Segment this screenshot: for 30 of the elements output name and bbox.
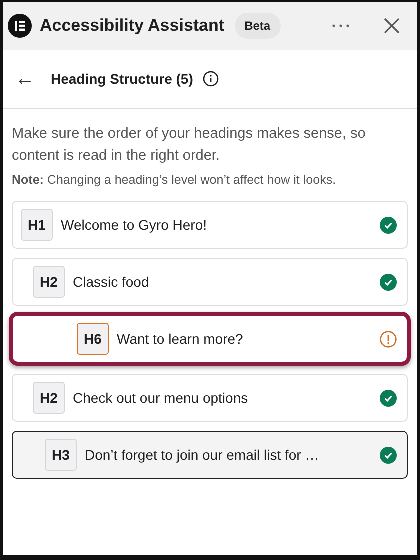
close-icon[interactable]: [383, 17, 401, 35]
heading-text: Want to learn more?: [117, 331, 244, 347]
more-options-icon[interactable]: [331, 23, 351, 29]
heading-text: Don’t forget to join our email list for …: [85, 447, 320, 463]
heading-text: Check out our menu options: [73, 390, 250, 406]
check-icon: [380, 274, 397, 290]
check-icon: [380, 390, 397, 406]
heading-row[interactable]: H2 Classic food: [12, 258, 408, 306]
back-arrow[interactable]: ←: [15, 68, 51, 90]
heading-row[interactable]: H3 Don’t forget to join our email list for …: [12, 431, 408, 479]
check-icon: [380, 446, 397, 464]
heading-level-tag[interactable]: H1: [21, 209, 53, 241]
heading-level-tag[interactable]: H2: [33, 382, 65, 414]
check-icon: [380, 216, 397, 234]
heading-row[interactable]: H1 Welcome to Gyro Hero!: [12, 201, 408, 249]
heading-row[interactable]: H2 Check out our menu options: [12, 374, 408, 422]
note-text: Note: Changing a heading’s level won’t affect how it looks.: [12, 173, 338, 187]
description-text: Make sure the order of your headings makes sense, so content is read in the right order.: [12, 125, 367, 166]
warning-icon: [380, 330, 397, 348]
section-title: Heading Structure (5): [51, 71, 194, 87]
info-icon[interactable]: [203, 71, 220, 87]
heading-row[interactable]: H6 Want to learn more?: [9, 312, 411, 366]
logo-icon: [8, 14, 32, 38]
heading-text: Welcome to Gyro Hero!: [61, 217, 208, 233]
heading-text: Classic food: [73, 274, 150, 290]
heading-level-tag[interactable]: H2: [33, 266, 65, 298]
panel-title: Accessibility Assistant: [40, 16, 225, 36]
beta-badge: Beta: [234, 13, 281, 39]
heading-level-tag[interactable]: H3: [45, 439, 77, 471]
heading-level-tag[interactable]: H6: [77, 323, 109, 355]
